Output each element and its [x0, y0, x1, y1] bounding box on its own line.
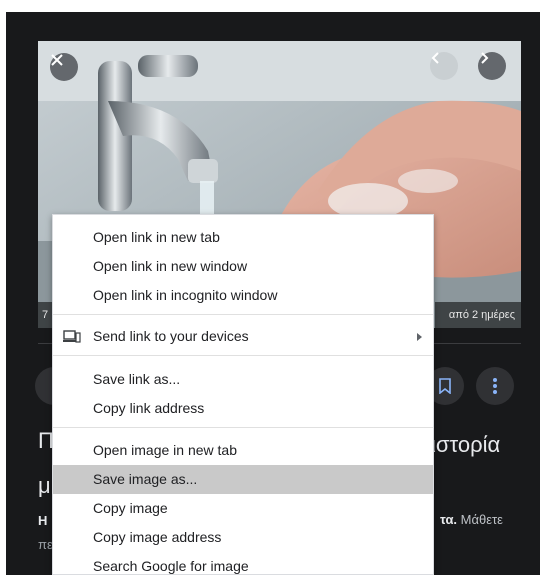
image-caption-source: 7	[38, 302, 53, 328]
result-title-line2[interactable]: μ	[38, 473, 51, 499]
close-button[interactable]	[50, 53, 78, 81]
chevron-right-icon	[481, 52, 489, 64]
menu-item-save-image-as[interactable]: Save image as...	[53, 465, 433, 494]
more-options-button[interactable]	[476, 367, 514, 405]
menu-item-open-image-new-tab[interactable]: Open image in new tab	[53, 436, 433, 465]
result-description-end: τα. Μάθετε	[440, 512, 503, 527]
result-description-line2: πε	[38, 537, 53, 552]
menu-item-copy-link-address[interactable]: Copy link address	[53, 394, 433, 423]
menu-item-open-link-incognito[interactable]: Open link in incognito window	[53, 281, 433, 310]
devices-icon	[63, 330, 81, 343]
menu-item-open-link-new-tab[interactable]: Open link in new tab	[53, 223, 433, 252]
next-image-button[interactable]	[478, 52, 506, 80]
context-menu: Open link in new tab Open link in new wi…	[52, 214, 434, 575]
menu-item-label: Send link to your devices	[93, 328, 249, 344]
menu-item-copy-image-address[interactable]: Copy image address	[53, 523, 433, 552]
menu-separator	[53, 314, 433, 315]
menu-item-save-link-as[interactable]: Save link as...	[53, 365, 433, 394]
menu-separator	[53, 427, 433, 428]
menu-separator	[53, 355, 433, 356]
description-text: Μάθετε	[457, 512, 503, 527]
submenu-arrow-icon	[417, 333, 422, 341]
more-vertical-icon	[493, 378, 497, 394]
bookmark-icon	[439, 378, 451, 394]
chevron-left-icon	[431, 52, 439, 64]
menu-item-copy-image[interactable]: Copy image	[53, 494, 433, 523]
menu-item-search-google-image[interactable]: Search Google for image	[53, 552, 433, 574]
menu-item-open-link-new-window[interactable]: Open link in new window	[53, 252, 433, 281]
description-bold-text: τα.	[440, 512, 458, 527]
result-description-line1: Η	[38, 513, 48, 528]
close-icon	[51, 54, 63, 66]
previous-image-button[interactable]	[430, 52, 458, 80]
result-title-end[interactable]: ιστορία	[431, 432, 500, 458]
menu-item-send-link-devices[interactable]: Send link to your devices	[53, 322, 433, 351]
image-caption-date: από 2 ημέρες	[434, 302, 521, 328]
